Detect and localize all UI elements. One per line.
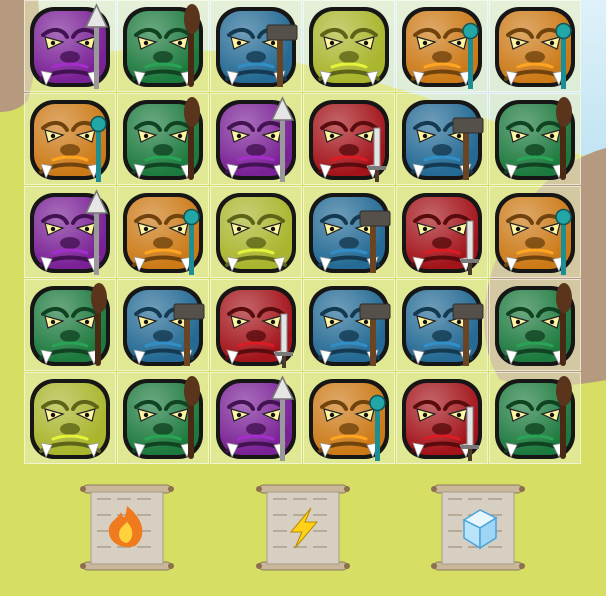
- board-cell-3-5[interactable]: [489, 279, 581, 371]
- monster-tile: [30, 283, 110, 366]
- monster-tile: [123, 97, 203, 180]
- board-cell-2-2[interactable]: [210, 186, 302, 278]
- board-cell-1-0[interactable]: [24, 93, 116, 185]
- monster-tile: [123, 4, 203, 87]
- monster-tile: [216, 7, 298, 87]
- monster-tile: [495, 7, 575, 89]
- board-cell-3-3[interactable]: [303, 279, 395, 371]
- monster-tile: [495, 376, 575, 459]
- monster-tile: [30, 3, 110, 89]
- board-cell-0-4[interactable]: [396, 0, 488, 92]
- monster-tile: [216, 286, 296, 368]
- board-cell-0-1[interactable]: [117, 0, 209, 92]
- board-cell-2-4[interactable]: [396, 186, 488, 278]
- board-cell-3-1[interactable]: [117, 279, 209, 371]
- monster-tile: [402, 100, 484, 180]
- board-cell-2-3[interactable]: [303, 186, 395, 278]
- monster-tile: [216, 96, 296, 182]
- powerup-scroll-1[interactable]: [80, 484, 174, 571]
- board-cell-4-0[interactable]: [24, 372, 116, 464]
- monster-tile: [402, 193, 482, 275]
- monster-tile: [216, 193, 296, 273]
- board-cell-3-4[interactable]: [396, 279, 488, 371]
- board-cell-1-5[interactable]: [489, 93, 581, 185]
- board-cell-4-5[interactable]: [489, 372, 581, 464]
- monster-tile: [309, 379, 389, 461]
- board-cell-4-4[interactable]: [396, 372, 488, 464]
- monster-tile: [30, 379, 110, 459]
- monster-tile: [495, 97, 575, 180]
- board-cell-1-4[interactable]: [396, 93, 488, 185]
- monster-tile: [30, 100, 110, 182]
- monster-tile: [402, 286, 484, 366]
- monster-tile: [309, 100, 389, 182]
- board-cell-1-3[interactable]: [303, 93, 395, 185]
- board-cell-4-2[interactable]: [210, 372, 302, 464]
- board-cell-0-3[interactable]: [303, 0, 395, 92]
- board-cell-2-1[interactable]: [117, 186, 209, 278]
- monster-tile: [123, 376, 203, 459]
- board-cell-1-2[interactable]: [210, 93, 302, 185]
- board-cell-0-5[interactable]: [489, 0, 581, 92]
- monster-tile: [30, 189, 110, 275]
- game-board: [24, 0, 582, 465]
- monster-tile: [309, 286, 391, 366]
- monster-tile: [216, 375, 296, 461]
- powerup-scroll-2[interactable]: [256, 484, 350, 571]
- board-cell-0-0[interactable]: [24, 0, 116, 92]
- monster-tile: [123, 286, 205, 366]
- board-cell-3-0[interactable]: [24, 279, 116, 371]
- monster-tile: [495, 283, 575, 366]
- powerup-scroll-3[interactable]: [431, 484, 525, 571]
- board-cell-1-1[interactable]: [117, 93, 209, 185]
- monster-tile: [309, 7, 389, 87]
- monster-tile: [402, 379, 482, 461]
- board-cell-2-0[interactable]: [24, 186, 116, 278]
- monster-tile: [495, 193, 575, 275]
- monster-tile: [309, 193, 391, 273]
- monster-tile: [123, 193, 203, 275]
- board-cell-4-3[interactable]: [303, 372, 395, 464]
- board-cell-2-5[interactable]: [489, 186, 581, 278]
- monster-tile: [402, 7, 482, 89]
- board-cell-4-1[interactable]: [117, 372, 209, 464]
- board-cell-0-2[interactable]: [210, 0, 302, 92]
- board-cell-3-2[interactable]: [210, 279, 302, 371]
